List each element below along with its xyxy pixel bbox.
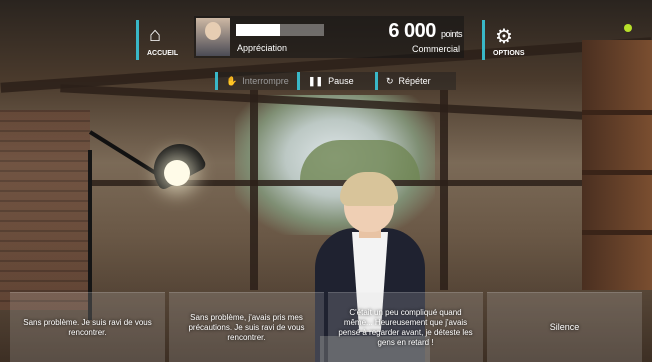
interrupt-label: Interrompre (242, 76, 289, 86)
points-display: 6 000 points (388, 20, 462, 43)
shelf-board (582, 230, 652, 235)
player-name-bar (236, 24, 280, 36)
repeat-icon: ↻ (386, 75, 394, 86)
brick-wall (0, 110, 90, 310)
avatar (196, 18, 230, 56)
status-dot (624, 24, 632, 32)
choice-3[interactable]: C'était un peu compliqué quand même... H… (328, 292, 483, 362)
shelf-board (582, 170, 652, 175)
points-value: 6 000 (388, 20, 436, 42)
game-scene: ⌂ ACCUEIL Appréciation 6 000 points Comm… (0, 0, 652, 362)
choice-silence[interactable]: Silence (487, 292, 642, 362)
options-label: OPTIONS (493, 50, 525, 57)
home-button[interactable]: ⌂ ACCUEIL (136, 20, 189, 60)
player-name-bar-bg (280, 24, 324, 36)
lamp-bulb (164, 160, 190, 186)
role-label: Commercial (411, 44, 460, 54)
gear-icon: ⚙ (495, 26, 513, 48)
hand-icon: ✋ (226, 75, 238, 86)
lamp-arm (88, 130, 159, 177)
dialogue-choices: Sans problème. Je suis ravi de vous renc… (10, 292, 642, 362)
shelf-board (582, 110, 652, 115)
interrupt-button[interactable]: ✋ Interrompre (215, 72, 300, 90)
choice-2[interactable]: Sans problème, j'avais pris mes précauti… (169, 292, 324, 362)
pause-label: Pause (328, 76, 354, 86)
pause-icon: ❚❚ (308, 75, 324, 86)
options-button[interactable]: ⚙ OPTIONS (482, 20, 535, 60)
appreciation-label: Appréciation (237, 43, 288, 53)
choice-1[interactable]: Sans problème. Je suis ravi de vous renc… (10, 292, 165, 362)
home-label: ACCUEIL (147, 50, 179, 57)
repeat-label: Répéter (398, 76, 431, 86)
house-icon: ⌂ (149, 24, 162, 46)
support-post (440, 90, 448, 290)
repeat-button[interactable]: ↻ Répéter (375, 72, 456, 90)
pause-button[interactable]: ❚❚ Pause (297, 72, 376, 90)
points-unit: points (440, 29, 463, 39)
bookshelf (582, 40, 652, 290)
support-post (250, 90, 258, 290)
